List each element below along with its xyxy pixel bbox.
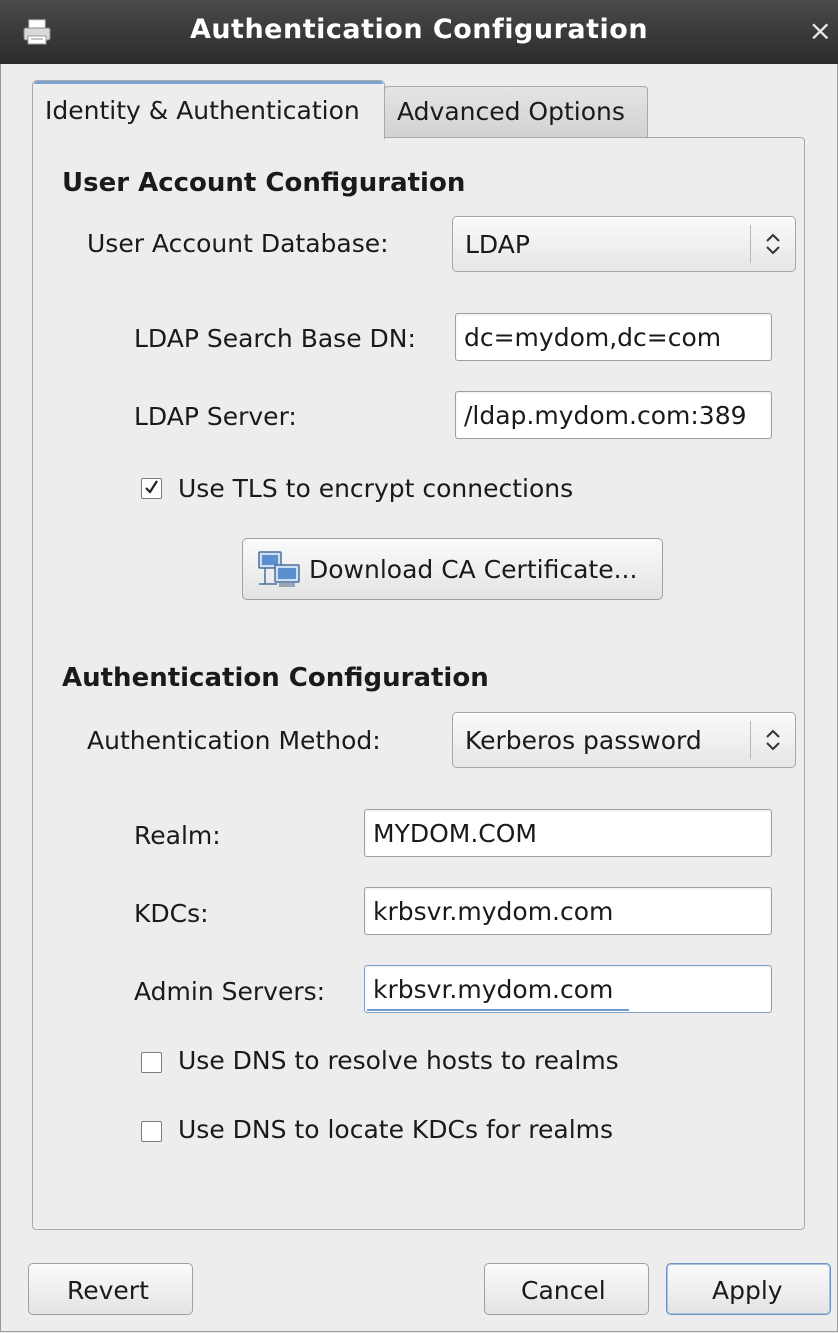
combo-value: LDAP bbox=[465, 230, 530, 259]
admin-servers-field[interactable] bbox=[364, 965, 772, 1013]
network-computers-icon bbox=[257, 550, 301, 596]
dns-resolve-hosts-checkbox[interactable] bbox=[141, 1052, 162, 1073]
auth-config-dialog: Authentication Configuration × Identity … bbox=[0, 0, 838, 1333]
up-down-arrows-icon bbox=[763, 227, 783, 261]
kdcs-field[interactable] bbox=[364, 887, 772, 935]
use-tls-label[interactable]: Use TLS to encrypt connections bbox=[178, 474, 573, 503]
ldap-search-base-label: LDAP Search Base DN: bbox=[134, 324, 416, 353]
realm-label: Realm: bbox=[134, 821, 221, 850]
admin-servers-label: Admin Servers: bbox=[134, 977, 326, 1006]
close-icon[interactable]: × bbox=[809, 16, 832, 46]
dns-locate-kdcs-label[interactable]: Use DNS to locate KDCs for realms bbox=[178, 1115, 613, 1144]
authentication-method-label: Authentication Method: bbox=[87, 726, 381, 755]
dns-resolve-hosts-label[interactable]: Use DNS to resolve hosts to realms bbox=[178, 1046, 619, 1075]
revert-label: Revert bbox=[67, 1276, 149, 1305]
combo-value: Kerberos password bbox=[465, 726, 702, 755]
user-account-database-label: User Account Database: bbox=[87, 229, 389, 258]
realm-field[interactable] bbox=[364, 809, 772, 857]
checkmark-icon bbox=[145, 480, 158, 494]
tab-advanced-options[interactable]: Advanced Options bbox=[384, 86, 648, 137]
realm-input[interactable] bbox=[365, 810, 771, 856]
apply-label: Apply bbox=[712, 1276, 783, 1305]
section-heading-authentication: Authentication Configuration bbox=[62, 663, 489, 693]
ldap-server-field[interactable] bbox=[455, 391, 772, 439]
ldap-server-input[interactable] bbox=[456, 392, 771, 438]
cancel-button[interactable]: Cancel bbox=[484, 1263, 649, 1315]
use-tls-checkbox[interactable] bbox=[141, 478, 162, 499]
dns-locate-kdcs-checkbox[interactable] bbox=[141, 1121, 162, 1142]
section-heading-user-account: User Account Configuration bbox=[62, 168, 466, 198]
tab-identity-authentication[interactable]: Identity & Authentication bbox=[32, 80, 385, 139]
kdcs-label: KDCs: bbox=[134, 899, 209, 928]
revert-button[interactable]: Revert bbox=[28, 1263, 193, 1315]
tab-label: Advanced Options bbox=[397, 97, 625, 126]
window-title: Authentication Configuration bbox=[189, 14, 649, 45]
combo-separator bbox=[750, 225, 751, 263]
ldap-search-base-field[interactable] bbox=[455, 313, 772, 361]
user-account-database-combo[interactable]: LDAP bbox=[452, 216, 796, 272]
ldap-server-label: LDAP Server: bbox=[134, 402, 297, 431]
apply-button[interactable]: Apply bbox=[666, 1263, 831, 1315]
admin-servers-input[interactable] bbox=[365, 966, 771, 1012]
download-ca-certificate-button[interactable]: Download CA Certificate... bbox=[242, 538, 663, 600]
authentication-method-combo[interactable]: Kerberos password bbox=[452, 712, 796, 768]
download-ca-certificate-label: Download CA Certificate... bbox=[309, 555, 638, 584]
title-bar[interactable]: Authentication Configuration × bbox=[0, 0, 838, 64]
combo-separator bbox=[750, 721, 751, 759]
kdcs-input[interactable] bbox=[365, 888, 771, 934]
ldap-search-base-input[interactable] bbox=[456, 314, 771, 360]
cancel-label: Cancel bbox=[521, 1276, 606, 1305]
tab-label: Identity & Authentication bbox=[45, 96, 360, 125]
up-down-arrows-icon bbox=[763, 723, 783, 757]
